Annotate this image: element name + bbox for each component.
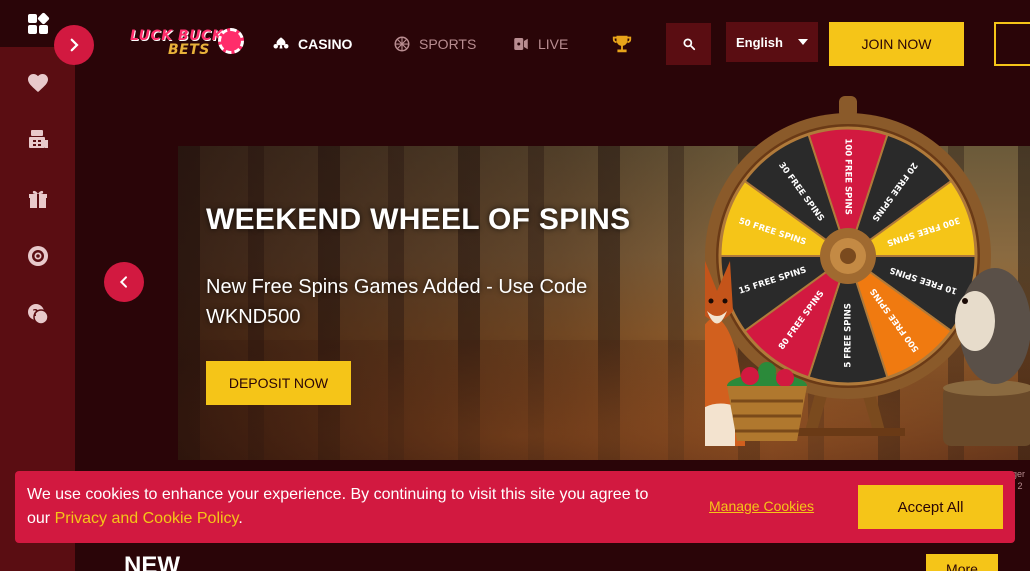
caret-down-icon bbox=[798, 39, 808, 45]
live-dealer-icon bbox=[514, 38, 528, 50]
language-select[interactable]: English bbox=[726, 22, 818, 62]
banner-subtitle: New Free Spins Games Added - Use Code WK… bbox=[206, 276, 588, 328]
accept-all-button[interactable]: Accept All bbox=[858, 485, 1003, 529]
sidebar-expand-button[interactable] bbox=[54, 25, 94, 65]
privacy-policy-link[interactable]: Privacy and Cookie Policy bbox=[55, 510, 239, 527]
manage-cookies-link[interactable]: Manage Cookies bbox=[709, 498, 814, 514]
nav-casino[interactable]: CASINO bbox=[272, 33, 352, 55]
trophy-icon[interactable] bbox=[611, 33, 633, 55]
login-button[interactable] bbox=[994, 22, 1030, 66]
nav-live[interactable]: LIVE bbox=[512, 33, 568, 55]
gift-icon[interactable] bbox=[18, 178, 58, 218]
help-chat-icon[interactable]: ? bbox=[18, 294, 58, 334]
poker-chip-icon bbox=[218, 28, 244, 54]
wheel-segment-label: 100 FREE SPINS bbox=[843, 138, 853, 214]
banner-title: WEEKEND WHEEL OF SPINS bbox=[206, 203, 631, 236]
section-title: NEW bbox=[124, 552, 180, 571]
carousel-prev-button[interactable] bbox=[104, 262, 144, 302]
logo-line2: BETS bbox=[168, 42, 210, 58]
wheel-segment-label: 5 FREE SPINS bbox=[844, 303, 854, 368]
search-button[interactable] bbox=[666, 23, 711, 65]
deposit-now-button[interactable]: DEPOSIT NOW bbox=[206, 361, 351, 405]
more-button[interactable]: More bbox=[926, 554, 998, 571]
svg-text:?: ? bbox=[33, 308, 39, 319]
cards-icon bbox=[273, 37, 289, 49]
cookie-banner: We use cookies to enhance your experienc… bbox=[15, 471, 1015, 543]
cookie-text: We use cookies to enhance your experienc… bbox=[27, 483, 667, 531]
spin-wheel-illustration: 100 FREE SPINS 20 FREE SPINS300 FREE SPIN… bbox=[705, 96, 1030, 446]
logo[interactable]: LUCK BUCK BETS bbox=[130, 22, 248, 62]
chevron-right-icon bbox=[70, 38, 79, 52]
heart-icon[interactable] bbox=[18, 63, 58, 103]
join-now-button[interactable]: JOIN NOW bbox=[829, 22, 964, 66]
ball-icon bbox=[394, 36, 410, 52]
search-icon bbox=[682, 38, 695, 51]
nav-sports-label: SPORTS bbox=[419, 36, 477, 52]
cashier-icon[interactable] bbox=[18, 120, 58, 160]
nav-casino-label: CASINO bbox=[298, 36, 353, 52]
header: LUCK BUCK BETS CASINO SPORTS LIVE Englis… bbox=[75, 0, 1030, 88]
cookie-text-end: . bbox=[238, 510, 243, 527]
nav-sports[interactable]: SPORTS bbox=[393, 33, 476, 55]
lifebuoy-icon[interactable] bbox=[18, 236, 58, 276]
nav-live-label: LIVE bbox=[538, 36, 569, 52]
chevron-left-icon bbox=[119, 276, 127, 288]
grid-icon[interactable] bbox=[18, 4, 58, 44]
language-value: English bbox=[736, 34, 783, 50]
